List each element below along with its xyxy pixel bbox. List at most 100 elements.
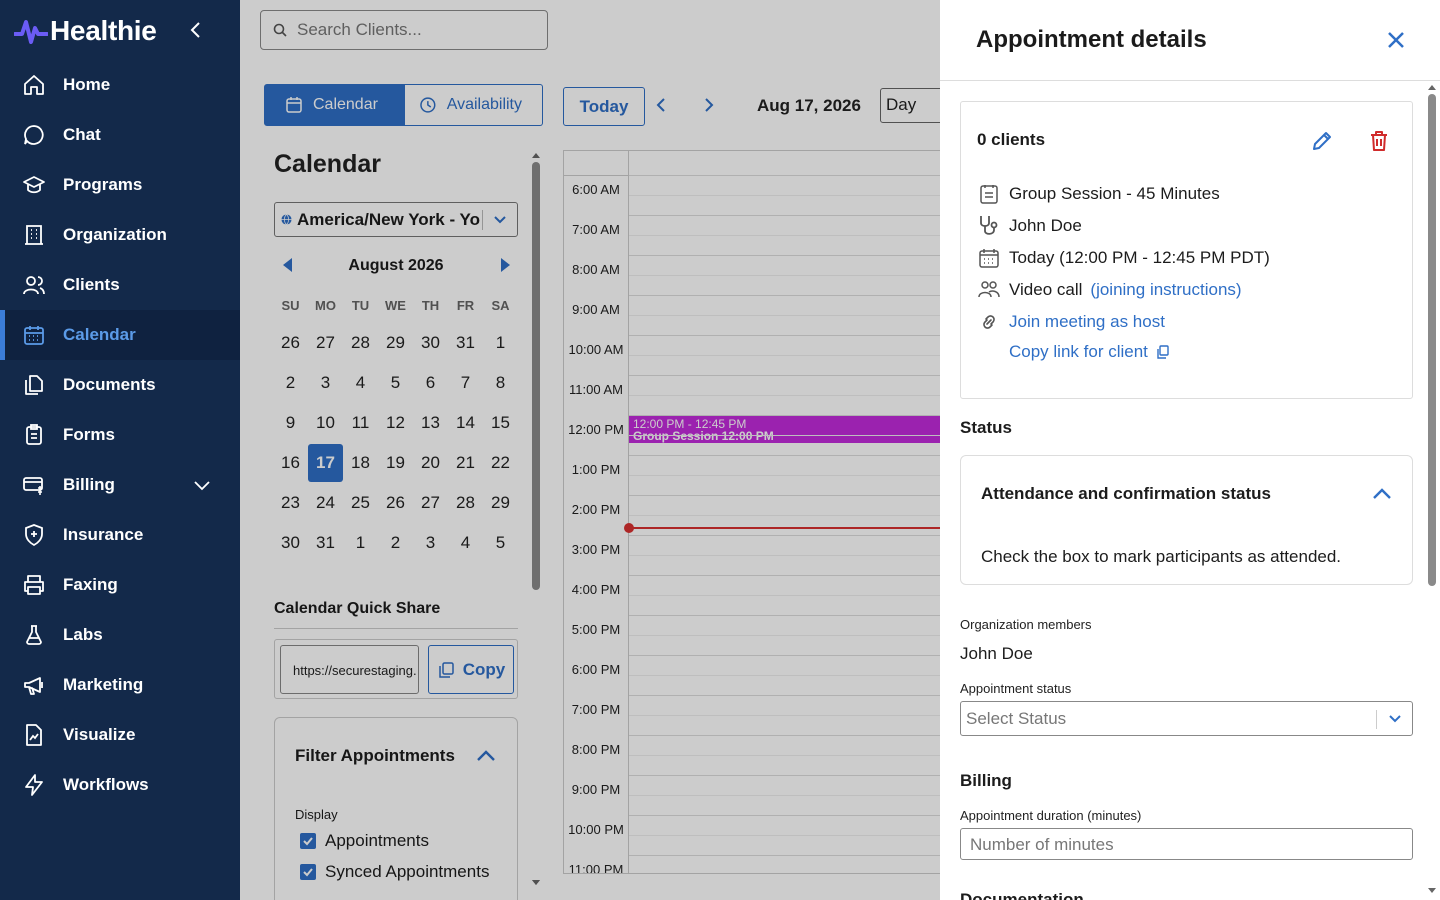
- sidebar-item-label: Visualize: [63, 725, 136, 744]
- sidebar-item-organization[interactable]: Organization: [0, 210, 240, 260]
- appointment-datetime: Today (12:00 PM - 12:45 PM PDT): [1009, 248, 1270, 267]
- sidebar-item-clients[interactable]: Clients: [0, 260, 240, 310]
- sidebar-item-label: Billing: [63, 475, 115, 494]
- sidebar-item-calendar[interactable]: Calendar: [0, 310, 240, 360]
- sidebar-item-label: Forms: [63, 425, 115, 444]
- calendar-icon: [22, 323, 46, 347]
- sidebar-item-marketing[interactable]: Marketing: [0, 660, 240, 710]
- home-icon: [22, 73, 46, 97]
- chevron-down-icon[interactable]: [192, 475, 212, 495]
- sidebar-item-label: Documents: [63, 375, 156, 394]
- sidebar-item-label: Programs: [63, 175, 143, 194]
- chevron-up-icon[interactable]: [1371, 485, 1393, 503]
- sidebar-item-insurance[interactable]: Insurance: [0, 510, 240, 560]
- joining-instructions-link[interactable]: (joining instructions): [1090, 280, 1241, 300]
- location-row: Video call (joining instructions): [977, 278, 1242, 302]
- sidebar: Healthie Home Chat Programs Organization…: [0, 0, 240, 900]
- appointment-summary-card: 0 clients Group Session - 45 Minutes Joh…: [960, 101, 1413, 399]
- chart-file-icon: [22, 723, 46, 747]
- scroll-down-icon[interactable]: [1426, 886, 1438, 896]
- sidebar-item-label: Calendar: [63, 325, 136, 344]
- attendance-accordion: Attendance and confirmation status Check…: [960, 455, 1413, 585]
- healthie-logo-icon: [14, 20, 48, 44]
- scroll-up-icon[interactable]: [1426, 82, 1438, 92]
- copy-client-link[interactable]: Copy link for client: [1009, 342, 1148, 362]
- printer-icon: [22, 573, 46, 597]
- org-members-label: Organization members: [960, 617, 1092, 632]
- clients-count: 0 clients: [977, 130, 1046, 149]
- chat-icon: [22, 123, 46, 147]
- divider: [940, 80, 1440, 81]
- link-icon: [977, 310, 1001, 334]
- chevron-down-icon: [1389, 715, 1401, 723]
- delete-icon[interactable]: [1367, 129, 1391, 153]
- sidebar-item-home[interactable]: Home: [0, 60, 240, 110]
- sidebar-item-label: Labs: [63, 625, 103, 644]
- select-placeholder: Select Status: [966, 709, 1067, 728]
- megaphone-icon: [22, 673, 46, 697]
- sidebar-item-labs[interactable]: Labs: [0, 610, 240, 660]
- sidebar-item-label: Workflows: [63, 775, 149, 794]
- sidebar-item-label: Home: [63, 75, 111, 94]
- main-content: Search Clients... Calendar Availability …: [240, 0, 940, 900]
- stethoscope-icon: [977, 214, 1001, 238]
- clipboard-icon: [22, 423, 46, 447]
- documents-icon: [22, 373, 46, 397]
- collapse-sidebar-icon[interactable]: [186, 20, 206, 40]
- attendance-title[interactable]: Attendance and confirmation status: [981, 484, 1271, 504]
- sidebar-item-workflows[interactable]: Workflows: [0, 760, 240, 810]
- attendance-description: Check the box to mark participants as at…: [981, 547, 1342, 566]
- sidebar-item-chat[interactable]: Chat: [0, 110, 240, 160]
- org-member-name: John Doe: [960, 644, 1033, 663]
- sidebar-item-faxing[interactable]: Faxing: [0, 560, 240, 610]
- sidebar-item-label: Marketing: [63, 675, 144, 694]
- divider: [1376, 710, 1377, 729]
- drawer-title: Appointment details: [976, 26, 1207, 53]
- copy-icon[interactable]: [1156, 345, 1170, 359]
- users-icon: [22, 273, 46, 297]
- sidebar-item-label: Insurance: [63, 525, 144, 544]
- provider-name: John Doe: [1009, 216, 1082, 235]
- appointment-status-label: Appointment status: [960, 681, 1072, 696]
- flask-icon: [22, 623, 46, 647]
- provider-row: John Doe: [977, 214, 1082, 238]
- brand-name: Healthie: [50, 15, 157, 46]
- sidebar-item-visualize[interactable]: Visualize: [0, 710, 240, 760]
- lightning-icon: [22, 773, 46, 797]
- sidebar-item-billing[interactable]: Billing: [0, 460, 240, 510]
- sidebar-item-label: Faxing: [63, 575, 118, 594]
- location-type: Video call: [1009, 280, 1083, 299]
- group-video-icon: [977, 278, 1001, 302]
- datetime-row: Today (12:00 PM - 12:45 PM PDT): [977, 246, 1270, 270]
- duration-input[interactable]: Number of minutes: [960, 828, 1413, 860]
- billing-section-title: Billing: [960, 771, 1012, 790]
- documentation-section-title: Documentation: [960, 890, 1084, 900]
- copy-client-link-row[interactable]: Copy link for client: [1009, 342, 1170, 362]
- sidebar-nav: Home Chat Programs Organization Clients …: [0, 60, 240, 810]
- sidebar-item-programs[interactable]: Programs: [0, 160, 240, 210]
- sidebar-item-label: Chat: [63, 125, 101, 144]
- appointment-details-drawer: Appointment details 0 clients Group Sess…: [940, 0, 1440, 900]
- scroll-thumb[interactable]: [1428, 94, 1436, 586]
- appointment-type: Group Session - 45 Minutes: [1009, 184, 1220, 203]
- building-icon: [22, 223, 46, 247]
- calendar-icon: [977, 246, 1001, 270]
- healthie-logo[interactable]: Healthie: [14, 14, 157, 48]
- billing-icon: [22, 473, 46, 497]
- drawer-scrollbar[interactable]: [1426, 82, 1438, 900]
- input-placeholder: Number of minutes: [970, 835, 1114, 854]
- close-icon[interactable]: [1384, 28, 1408, 52]
- sidebar-item-label: Clients: [63, 275, 120, 294]
- graduation-cap-icon: [22, 173, 46, 197]
- join-meeting-host-link[interactable]: Join meeting as host: [1009, 312, 1165, 332]
- appointment-status-select[interactable]: Select Status: [960, 701, 1413, 736]
- sidebar-item-label: Organization: [63, 225, 167, 244]
- duration-label: Appointment duration (minutes): [960, 808, 1142, 823]
- edit-icon[interactable]: [1310, 129, 1334, 153]
- shield-icon: [22, 523, 46, 547]
- modal-overlay[interactable]: [240, 0, 940, 900]
- status-section-title: Status: [960, 418, 1012, 437]
- join-host-row: Join meeting as host: [977, 310, 1165, 334]
- sidebar-item-forms[interactable]: Forms: [0, 410, 240, 460]
- sidebar-item-documents[interactable]: Documents: [0, 360, 240, 410]
